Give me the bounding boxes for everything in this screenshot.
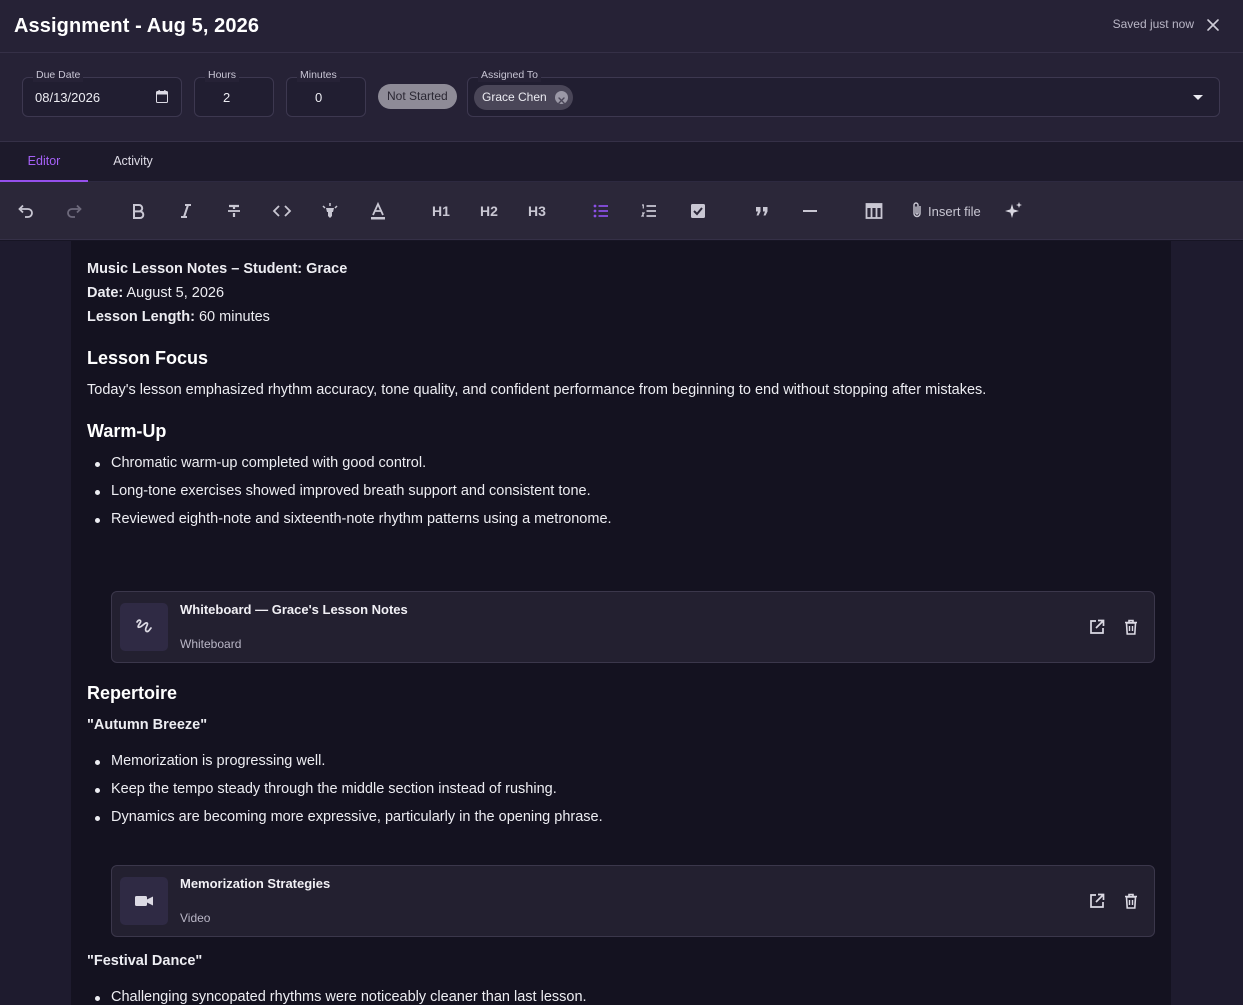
- whiteboard-embed-card[interactable]: Whiteboard — Grace's Lesson Notes Whiteb…: [111, 591, 1155, 663]
- tab-activity[interactable]: Activity: [88, 142, 178, 182]
- insert-file-button[interactable]: Insert file: [910, 198, 981, 224]
- assigned-to-field[interactable]: Assigned To Grace Chen: [467, 68, 1220, 117]
- minutes-field[interactable]: Minutes 0: [286, 68, 366, 117]
- piece-title: "Festival Dance": [87, 953, 203, 969]
- heading2-button[interactable]: H2: [476, 198, 502, 224]
- date-label: Date:: [87, 285, 124, 301]
- assigned-to-label: Assigned To: [478, 68, 542, 82]
- list-item: Challenging syncopated rhythms were noti…: [95, 989, 587, 1005]
- bold-icon[interactable]: [125, 198, 151, 224]
- insert-file-label: Insert file: [928, 203, 981, 219]
- due-date-value[interactable]: 08/13/2026: [35, 90, 100, 105]
- horizontal-rule-icon[interactable]: [797, 198, 823, 224]
- document-page[interactable]: Music Lesson Notes – Student: Grace Date…: [71, 241, 1171, 1005]
- whiteboard-icon: [120, 603, 168, 651]
- repertoire-heading: Repertoire: [87, 683, 178, 703]
- assignment-fields: Due Date 08/13/2026 Hours 2 Minutes 0 As…: [0, 53, 1243, 142]
- page-title: Assignment - Aug 5, 2026: [14, 14, 260, 37]
- doc-title-line: Music Lesson Notes – Student: Grace: [87, 261, 348, 277]
- header-bar: Assignment - Aug 5, 2026 Saved just now: [0, 0, 1243, 53]
- italic-icon[interactable]: [173, 198, 199, 224]
- doc-length-line: Lesson Length: 60 minutes: [87, 309, 270, 325]
- heading3-button[interactable]: H3: [524, 198, 550, 224]
- due-date-label: Due Date: [33, 68, 84, 82]
- open-external-icon[interactable]: [1088, 892, 1106, 910]
- list-item: Long-tone exercises showed improved brea…: [95, 483, 591, 499]
- hours-label: Hours: [205, 68, 240, 82]
- heading1-button[interactable]: H1: [428, 198, 454, 224]
- due-date-field[interactable]: Due Date 08/13/2026: [22, 68, 182, 117]
- date-value: August 5, 2026: [126, 285, 225, 301]
- quote-icon[interactable]: [749, 198, 775, 224]
- text-color-icon[interactable]: [365, 198, 391, 224]
- list-item: Dynamics are becoming more expressive, p…: [95, 809, 603, 825]
- doc-date-line: Date: August 5, 2026: [87, 285, 224, 301]
- checklist-icon[interactable]: [685, 198, 711, 224]
- assignee-name: Grace Chen: [482, 90, 547, 104]
- tab-bar: Editor Activity: [0, 142, 1243, 182]
- assignment-window: Assignment - Aug 5, 2026 Saved just now …: [0, 0, 1243, 1005]
- close-icon[interactable]: [1205, 17, 1221, 33]
- bullet-list-icon[interactable]: [588, 198, 614, 224]
- length-value: 60 minutes: [198, 309, 270, 325]
- code-icon[interactable]: [269, 198, 295, 224]
- open-external-icon[interactable]: [1088, 618, 1106, 636]
- numbered-list-icon[interactable]: [636, 198, 662, 224]
- warmup-heading: Warm-Up: [87, 421, 167, 441]
- redo-icon[interactable]: [61, 198, 87, 224]
- hours-value[interactable]: 2: [223, 90, 230, 105]
- editor-toolbar: H1 H2 H3 Insert file: [0, 182, 1243, 240]
- video-camera-icon: [120, 877, 168, 925]
- tab-editor[interactable]: Editor: [0, 142, 88, 182]
- remove-assignee-icon[interactable]: [554, 91, 568, 104]
- save-status: Saved just now: [1112, 17, 1194, 31]
- list-item: Memorization is progressing well.: [94, 753, 326, 769]
- delete-icon[interactable]: [1122, 618, 1140, 636]
- delete-icon[interactable]: [1122, 892, 1140, 910]
- lesson-focus-heading: Lesson Focus: [87, 348, 209, 368]
- lesson-focus-text: Today's lesson emphasized rhythm accurac…: [87, 382, 987, 398]
- piece-title: "Autumn Breeze": [87, 717, 208, 733]
- minutes-label: Minutes: [297, 68, 340, 82]
- video-card-title: Memorization Strategies: [180, 876, 331, 891]
- whiteboard-card-title: Whiteboard — Grace's Lesson Notes: [180, 602, 408, 617]
- undo-icon[interactable]: [13, 198, 39, 224]
- status-badge[interactable]: Not Started: [378, 84, 457, 109]
- minutes-value[interactable]: 0: [315, 90, 322, 105]
- length-label: Lesson Length:: [87, 309, 195, 325]
- highlight-icon[interactable]: [317, 198, 343, 224]
- chevron-down-icon[interactable]: [1193, 95, 1203, 100]
- table-icon[interactable]: [861, 198, 887, 224]
- video-embed-card[interactable]: Memorization Strategies Video: [111, 865, 1155, 937]
- assignee-chip[interactable]: Grace Chen: [474, 85, 573, 110]
- paperclip-icon: [910, 201, 924, 222]
- list-item: Chromatic warm-up completed with good co…: [94, 455, 427, 471]
- calendar-icon[interactable]: [156, 90, 168, 103]
- hours-field[interactable]: Hours 2: [194, 68, 274, 117]
- ai-sparkle-icon[interactable]: [1001, 198, 1027, 224]
- strikethrough-icon[interactable]: [221, 198, 247, 224]
- list-item: Keep the tempo steady through the middle…: [95, 781, 557, 797]
- whiteboard-card-type: Whiteboard: [180, 637, 242, 651]
- list-item: Reviewed eighth-note and sixteenth-note …: [95, 511, 612, 527]
- video-card-type: Video: [180, 911, 211, 925]
